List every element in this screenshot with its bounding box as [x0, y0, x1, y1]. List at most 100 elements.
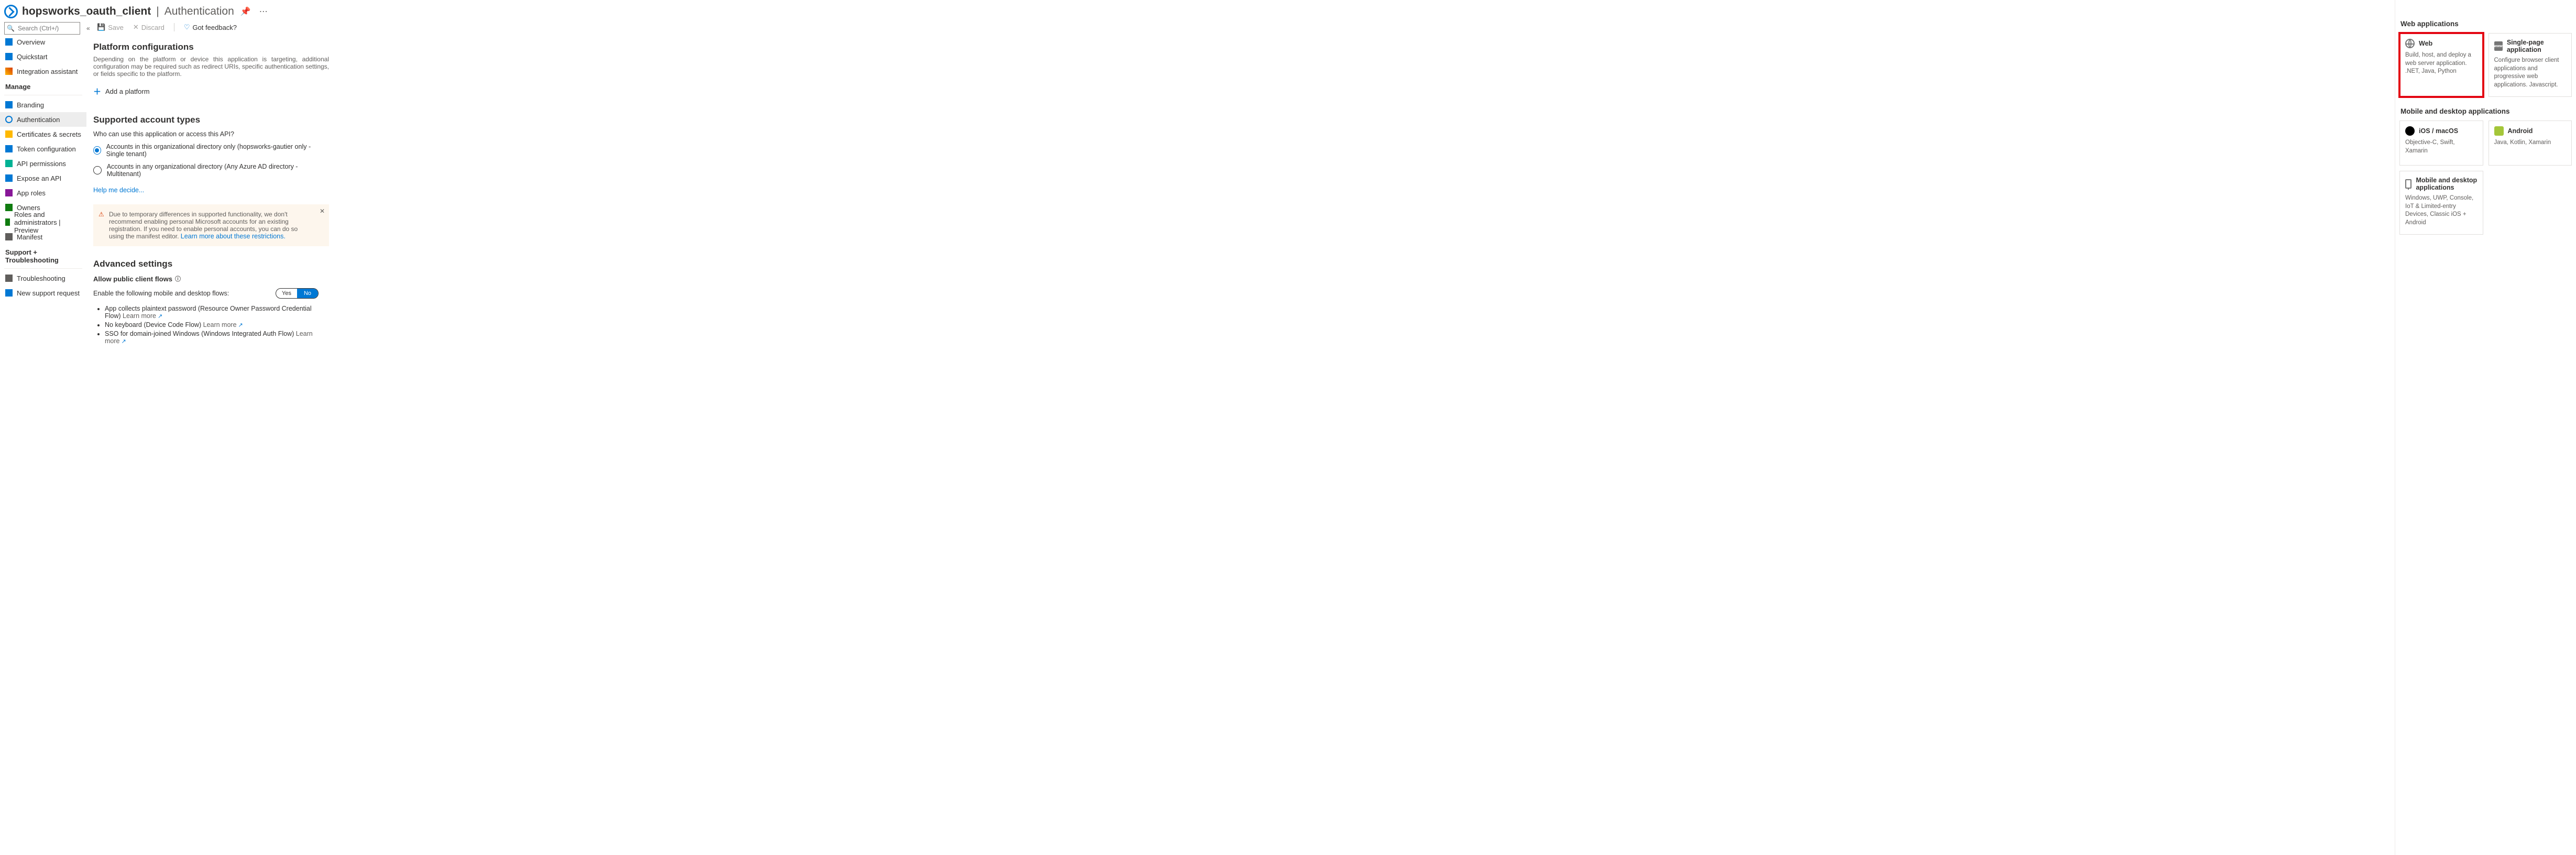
add-platform-button[interactable]: ＋ Add a platform [93, 86, 329, 97]
sidebar-item-label: Troubleshooting [17, 275, 65, 282]
toggle-no[interactable]: No [297, 289, 318, 298]
public-flows-toggle[interactable]: Yes No [276, 288, 319, 299]
feedback-button[interactable]: ♡Got feedback? [184, 23, 237, 31]
overview-icon [5, 38, 13, 46]
desktop-icon [2405, 179, 2411, 189]
plus-icon: ＋ [93, 86, 101, 97]
learn-more-link[interactable]: Learn more↗ [203, 321, 243, 328]
certificates-icon [5, 130, 13, 138]
sidebar-search[interactable]: 🔍 [4, 22, 80, 35]
collapse-sidebar-icon[interactable]: « [86, 25, 90, 32]
expose-api-icon [5, 174, 13, 182]
more-icon[interactable]: ⋯ [257, 4, 270, 19]
flow-text: No keyboard (Device Code Flow) [105, 321, 201, 328]
sidebar-item-label: App roles [17, 189, 46, 197]
toggle-yes[interactable]: Yes [276, 289, 297, 298]
manifest-icon [5, 233, 13, 240]
authentication-icon [5, 116, 13, 123]
sidebar-item-app-roles[interactable]: App roles [0, 185, 86, 200]
sidebar-group-manage: Manage [0, 79, 86, 93]
sidebar-search-input[interactable] [17, 24, 78, 32]
sidebar-item-certificates[interactable]: Certificates & secrets [0, 127, 86, 141]
sidebar-item-overview[interactable]: Overview [0, 35, 86, 49]
configure-platforms-panel: Web applications Web Build, host, and de… [2395, 0, 2576, 855]
external-link-icon: ↗ [121, 338, 126, 345]
advanced-heading: Advanced settings [93, 259, 329, 269]
sidebar-item-quickstart[interactable]: Quickstart [0, 49, 86, 64]
enable-flows-text: Enable the following mobile and desktop … [93, 290, 229, 297]
platform-description: Depending on the platform or device this… [93, 56, 329, 78]
sidebar-item-label: Quickstart [17, 53, 48, 61]
sidebar-item-api-permissions[interactable]: API permissions [0, 156, 86, 171]
external-link-icon: ↗ [158, 313, 162, 320]
www-icon: www [2494, 41, 2503, 51]
platform-card-android[interactable]: Android Java, Kotlin, Xamarin [2489, 120, 2572, 166]
save-button[interactable]: 💾Save [97, 23, 124, 31]
platform-card-spa[interactable]: wwwSingle-page application Configure bro… [2489, 33, 2572, 97]
discard-button[interactable]: ✕Discard [133, 23, 165, 31]
radio-label: Accounts in any organizational directory… [107, 163, 329, 178]
owners-icon [5, 204, 13, 211]
sidebar-item-authentication[interactable]: Authentication [0, 112, 86, 127]
title-separator: | [155, 5, 160, 18]
sidebar-item-expose-api[interactable]: Expose an API [0, 171, 86, 185]
discard-icon: ✕ [133, 23, 139, 31]
main-content: Platform configurations Depending on the… [93, 38, 329, 352]
sidebar-item-label: Expose an API [17, 174, 61, 182]
apple-icon [2405, 126, 2415, 136]
platform-card-ios[interactable]: iOS / macOS Objective-C, Swift, Xamarin [2399, 120, 2483, 166]
card-description: Windows, UWP, Console, IoT & Limited-ent… [2405, 194, 2478, 227]
sidebar-item-troubleshooting[interactable]: Troubleshooting [0, 271, 86, 286]
sidebar-item-token-config[interactable]: Token configuration [0, 141, 86, 156]
card-description: Java, Kotlin, Xamarin [2494, 139, 2567, 147]
platform-card-desktop[interactable]: Mobile and desktop applications Windows,… [2399, 171, 2483, 235]
integration-icon [5, 68, 13, 75]
flows-list: App collects plaintext password (Resourc… [93, 305, 329, 345]
globe-icon [2405, 39, 2415, 48]
warning-link[interactable]: Learn more about these restrictions. [181, 233, 286, 240]
android-icon [2494, 126, 2504, 136]
mobile-desktop-header: Mobile and desktop applications [2400, 107, 2572, 115]
card-title: Web [2419, 40, 2432, 47]
radio-unselected-icon [93, 166, 102, 174]
help-me-decide-link[interactable]: Help me decide... [93, 187, 144, 194]
page-title-name: hopsworks_oauth_client [22, 5, 151, 18]
account-type-multitenant[interactable]: Accounts in any organizational directory… [93, 163, 329, 178]
page-title-section: Authentication [165, 5, 234, 18]
sidebar-item-label: New support request [17, 289, 80, 297]
card-title: Mobile and desktop applications [2416, 177, 2477, 191]
learn-more-link[interactable]: Learn more↗ [123, 312, 162, 320]
warning-banner: ⚠ Due to temporary differences in suppor… [93, 204, 329, 246]
accounts-question: Who can use this application or access t… [93, 130, 329, 138]
sidebar-group-support: Support + Troubleshooting [0, 244, 86, 266]
discard-label: Discard [141, 24, 165, 31]
card-description: Objective-C, Swift, Xamarin [2405, 139, 2478, 155]
flow-item: No keyboard (Device Code Flow) Learn mor… [105, 321, 329, 328]
radio-label: Accounts in this organizational director… [106, 143, 329, 158]
sidebar-separator [4, 268, 82, 269]
heart-icon: ♡ [184, 23, 190, 31]
flow-text: SSO for domain-joined Windows (Windows I… [105, 330, 294, 337]
app-logo-icon [4, 5, 18, 18]
branding-icon [5, 101, 13, 108]
roles-admins-icon [5, 218, 10, 226]
info-icon[interactable]: ⓘ [175, 275, 181, 283]
platform-card-web[interactable]: Web Build, host, and deploy a web server… [2399, 33, 2483, 97]
account-type-single-tenant[interactable]: Accounts in this organizational director… [93, 143, 329, 158]
card-title: iOS / macOS [2419, 127, 2458, 135]
sidebar-item-new-support[interactable]: New support request [0, 286, 86, 300]
pin-icon[interactable]: 📌 [238, 4, 253, 19]
token-icon [5, 145, 13, 152]
external-link-icon: ↗ [238, 322, 243, 328]
sidebar-item-roles-admins[interactable]: Roles and administrators | Preview [0, 215, 86, 229]
save-label: Save [108, 24, 124, 31]
sidebar-item-label: Token configuration [17, 145, 76, 153]
sidebar-item-integration-assistant[interactable]: Integration assistant [0, 64, 86, 79]
api-permissions-icon [5, 160, 13, 167]
close-warning-icon[interactable]: ✕ [320, 207, 325, 215]
quickstart-icon [5, 53, 13, 60]
support-icon [5, 289, 13, 297]
sidebar-item-label: Branding [17, 101, 44, 109]
sidebar-item-branding[interactable]: Branding [0, 97, 86, 112]
add-platform-label: Add a platform [105, 87, 150, 95]
